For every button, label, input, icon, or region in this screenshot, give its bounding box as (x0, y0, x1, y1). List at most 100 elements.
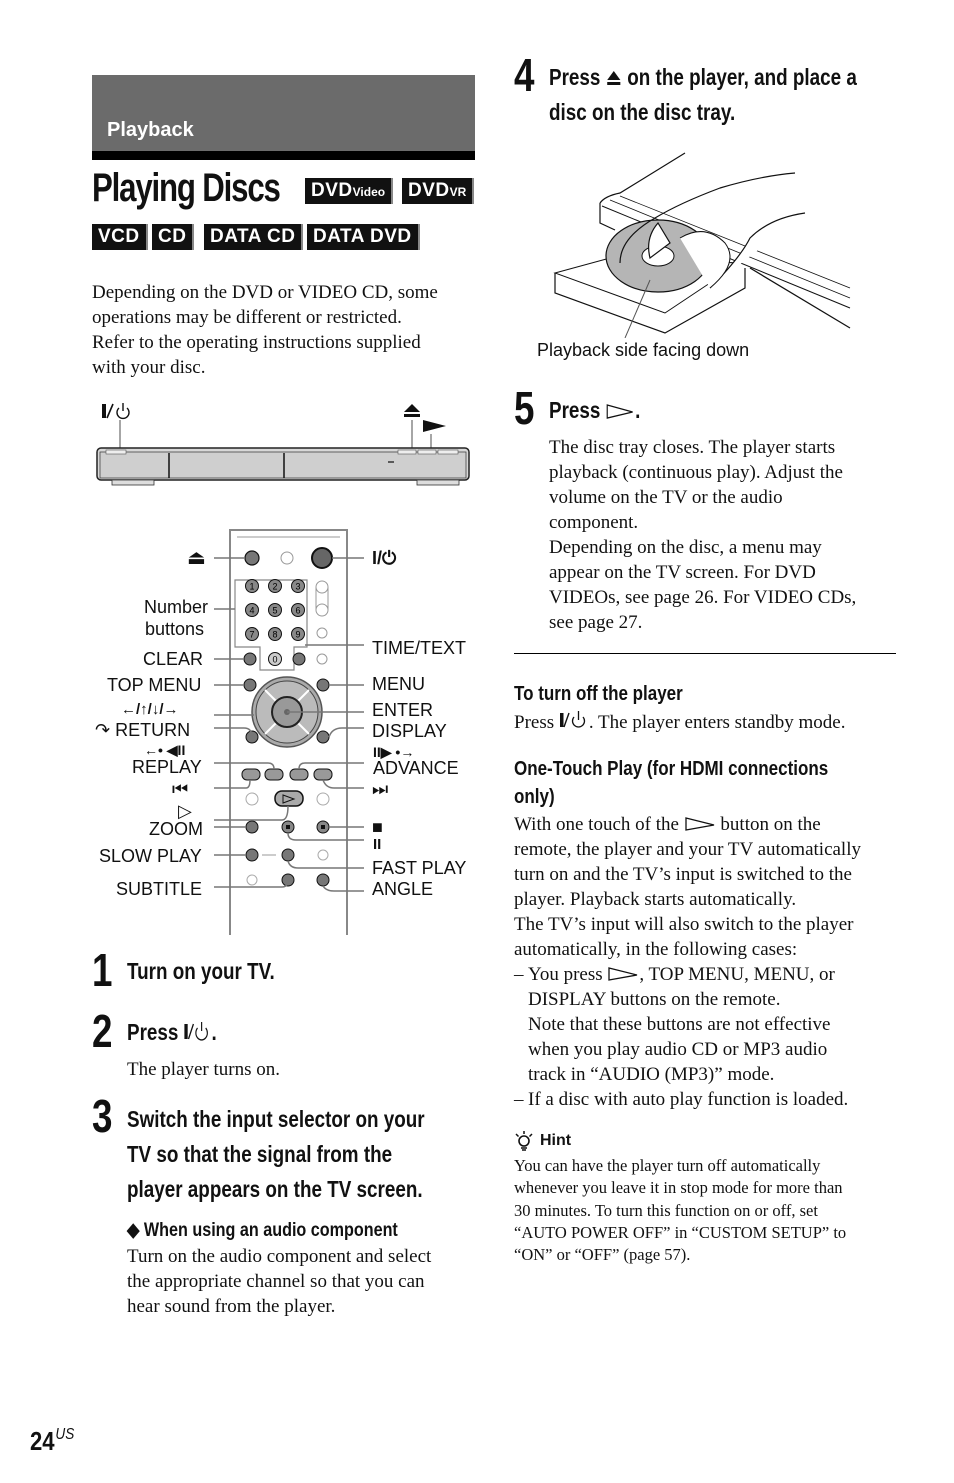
number-key-label: 3 (295, 582, 300, 592)
clear-button (243, 652, 257, 666)
section-rule (92, 151, 475, 160)
one-touch-heading-line: only) (514, 786, 555, 808)
fast-play-button (281, 848, 295, 862)
intro-paragraph: Depending on the DVD or VIDEO CD, some o… (92, 280, 482, 380)
label-return: ↷ RETURN (95, 720, 190, 740)
step-3-body-line: the appropriate channel so that you can (127, 1271, 425, 1292)
step-2-body: The player turns on. (127, 1059, 281, 1080)
step-2-suffix: . (211, 1019, 217, 1045)
label-play: ▷ (178, 801, 192, 821)
case-1-line: DISPLAY buttons on the remote. (528, 989, 781, 1010)
section-header: Playback (92, 75, 475, 153)
step-3-title-line: player appears on the TV screen. (127, 1176, 423, 1202)
label-zoom: ZOOM (149, 819, 203, 839)
case-1-line: track in “AUDIO (MP3)” mode. (528, 1064, 775, 1085)
number-key-label: 7 (249, 630, 254, 640)
intro-line: Depending on the DVD or VIDEO CD, some (92, 282, 438, 303)
number-key-label: 6 (295, 606, 300, 616)
replay-button (264, 768, 284, 781)
step-4-prefix: Press (549, 64, 606, 90)
label-top-menu: TOP MENU (107, 675, 202, 695)
step-1-number: 1 (92, 944, 113, 996)
label-arrows: ←/↑/↓/→ (121, 701, 179, 718)
label-number-buttons-2: buttons (145, 619, 205, 639)
display-button (316, 730, 330, 744)
intro-line: Refer to the operating instructions supp… (92, 332, 421, 353)
label-clear: CLEAR (143, 649, 204, 669)
next-button (313, 768, 333, 781)
badge-main: DVD (408, 180, 450, 201)
advance-button (289, 768, 309, 781)
badge-dvd-video: DVDVideo (305, 178, 394, 204)
slow-play-button (245, 848, 259, 862)
step-5-title: Press . (549, 393, 640, 428)
step-5-body-line: VIDEOs, see page 26. For VIDEO CDs, (549, 587, 857, 608)
play-icon (606, 404, 633, 419)
case-item-2: – If a disc with auto play function is l… (514, 1087, 904, 1112)
step-3-title-line: TV so that the signal from the (127, 1141, 393, 1167)
badge-dvd-vr: DVDVR (402, 178, 475, 204)
step-5-body-line: Depending on the disc, a menu may (549, 537, 822, 558)
step-3-body-line: hear sound from the player. (127, 1296, 336, 1317)
case-1-line: when you play audio CD or MP3 audio (528, 1039, 828, 1060)
step-5-body-line: appear on the TV screen. For DVD (549, 562, 816, 583)
label-slow-play: SLOW PLAY (99, 846, 202, 866)
label-time-text: TIME/TEXT (372, 638, 466, 658)
turn-off-suffix: . The player enters standby mode. (588, 712, 846, 733)
case-1-suffix: , TOP MENU, MENU, or (639, 964, 835, 985)
top-menu-button (243, 678, 257, 692)
step-4-title-line-2: disc on the disc tray. (549, 99, 736, 125)
label-next: ⏭ (372, 779, 389, 799)
number-key-label: 4 (249, 606, 254, 616)
power-icon (559, 711, 586, 728)
badge-main: DVD (311, 180, 353, 201)
number-key-label: 8 (272, 630, 277, 640)
disc-caption: Playback side facing down (537, 340, 750, 360)
time-text-button (292, 652, 306, 666)
one-touch-line: The TV’s input will also switch to the p… (514, 914, 854, 935)
one-touch-line: turn on and the TV’s input is switched t… (514, 864, 852, 885)
return-icon: ↷ (95, 720, 116, 740)
label-stop: ■ (372, 817, 383, 837)
one-touch-body: With one touch of the button on the remo… (514, 812, 904, 962)
play-symbol-icon (423, 420, 446, 432)
angle-button (316, 873, 330, 887)
one-touch-heading: One-Touch Play (for HDMI connections onl… (514, 755, 828, 811)
number-key-label: 2 (272, 582, 277, 592)
step-4-suffix: on the player, and place a (622, 64, 857, 90)
eject-button (244, 550, 260, 566)
one-touch-suffix: button on the (715, 814, 821, 835)
hint-line: whenever you leave it in stop mode for m… (514, 1178, 843, 1198)
play-button (274, 790, 304, 807)
label-pause: II (373, 836, 382, 853)
step-5-body-line: volume on the TV or the audio (549, 487, 783, 508)
hint-heading: Hint (514, 1131, 571, 1151)
section-label: Playback (107, 119, 194, 141)
play-icon (685, 817, 714, 831)
label-return-text: RETURN (115, 720, 191, 740)
case-dash: – (514, 1089, 524, 1110)
one-touch-prefix: With one touch of the (514, 814, 684, 835)
number-key-label: 9 (295, 630, 300, 640)
badge-sub: Video (352, 185, 386, 199)
step-5-suffix: . (635, 397, 641, 423)
step-2-title: Press . (127, 1015, 217, 1050)
power-button (311, 547, 333, 569)
step-5-body-line: component. (549, 512, 639, 533)
step-5-body-line: playback (continuous play). Adjust the (549, 462, 843, 483)
remote-control-diagram: 1234567890 ⏏ Number buttons CLEAR TOP ME… (92, 525, 477, 935)
player-illustration (96, 403, 470, 486)
turn-off-heading: To turn off the player (514, 683, 683, 705)
step-2-number: 2 (92, 1005, 113, 1057)
badge-vcd: VCD (92, 224, 148, 250)
badge-data-dvd: DATA DVD (307, 224, 420, 250)
one-touch-heading-line: One-Touch Play (for HDMI connections (514, 758, 829, 780)
hint-line: “AUTO POWER OFF” in “CUSTOM SETUP” to (514, 1222, 847, 1242)
step-1-title: Turn on your TV. (127, 958, 275, 984)
zoom-button (245, 820, 259, 834)
power-icon (184, 1022, 208, 1041)
intro-line: operations may be different or restricte… (92, 307, 402, 328)
intro-line: with your disc. (92, 357, 206, 378)
one-touch-line: remote, the player and your TV automatic… (514, 839, 861, 860)
number-key-label: 1 (249, 582, 254, 592)
